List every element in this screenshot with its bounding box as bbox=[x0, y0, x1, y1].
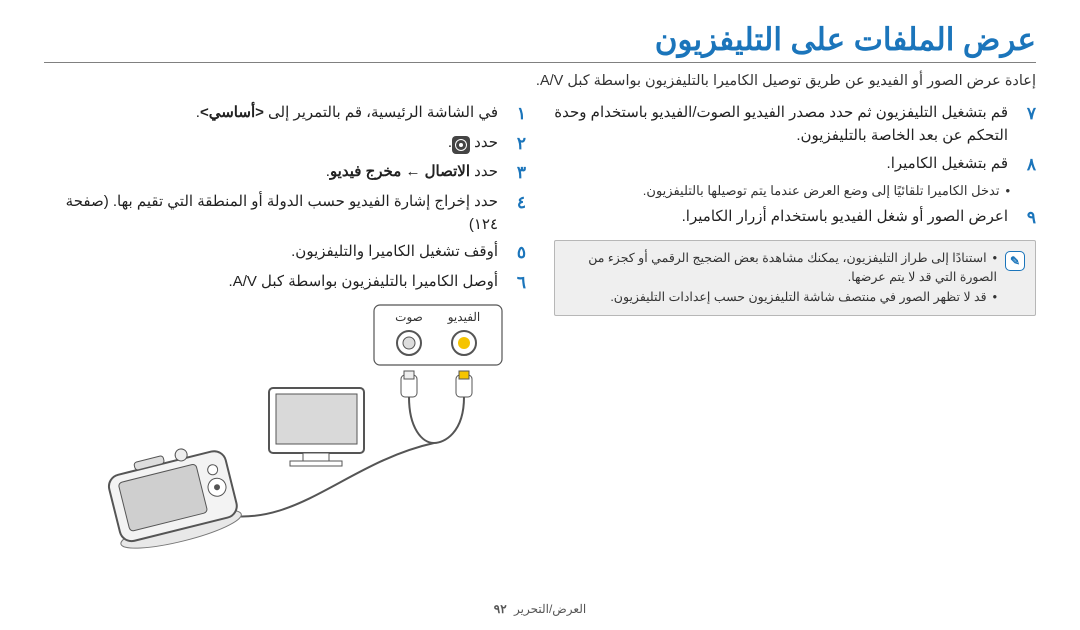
camera-icon bbox=[102, 438, 244, 555]
tv-icon bbox=[269, 388, 364, 466]
video-label: الفيديو bbox=[447, 310, 481, 324]
step-text: حدد إخراج إشارة الفيديو حسب الدولة أو ال… bbox=[44, 190, 498, 237]
title-rule bbox=[44, 62, 1036, 63]
note-item: استنادًا إلى طراز التليفزيون، يمكنك مشاه… bbox=[561, 249, 997, 288]
left-column: ٧ قم بتشغيل التليفزيون ثم حدد مصدر الفيد… bbox=[554, 97, 1036, 588]
step-number: ٨ bbox=[1018, 152, 1036, 178]
diagram-svg: الفيديو صوت bbox=[44, 303, 514, 583]
step-7: ٧ قم بتشغيل التليفزيون ثم حدد مصدر الفيد… bbox=[554, 101, 1036, 148]
step-5: ٥ أوقف تشغيل الكاميرا والتليفزيون. bbox=[44, 240, 526, 266]
step-text: أوصل الكاميرا بالتليفزيون بواسطة كبل A/V… bbox=[44, 270, 498, 293]
step-text: أوقف تشغيل الكاميرا والتليفزيون. bbox=[44, 240, 498, 263]
step-number: ١ bbox=[508, 101, 526, 127]
step-text: قم بتشغيل التليفزيون ثم حدد مصدر الفيديو… bbox=[554, 101, 1008, 148]
step-text: حدد الاتصال ← مخرج فيديو. bbox=[44, 160, 498, 183]
step-number: ٥ bbox=[508, 240, 526, 266]
step-6: ٦ أوصل الكاميرا بالتليفزيون بواسطة كبل A… bbox=[44, 270, 526, 296]
page-footer: العرض/التحرير ٩٢ bbox=[0, 602, 1080, 616]
av-connection-diagram: الفيديو صوت bbox=[44, 303, 526, 588]
step-text: في الشاشة الرئيسية، قم بالتمرير إلى <أسا… bbox=[44, 101, 498, 124]
text-fragment: حدد bbox=[470, 163, 498, 180]
step-text: اعرض الصور أو شغل الفيديو باستخدام أزرار… bbox=[554, 205, 1008, 228]
settings-icon bbox=[452, 136, 470, 154]
step-3: ٣ حدد الاتصال ← مخرج فيديو. bbox=[44, 160, 526, 186]
right-column: ١ في الشاشة الرئيسية، قم بالتمرير إلى <أ… bbox=[44, 97, 526, 588]
step-number: ٧ bbox=[1018, 101, 1036, 127]
audio-label: صوت bbox=[395, 310, 423, 324]
step-9: ٩ اعرض الصور أو شغل الفيديو باستخدام أزر… bbox=[554, 205, 1036, 231]
footer-section: العرض/التحرير bbox=[514, 602, 586, 616]
footer-page-number: ٩٢ bbox=[494, 602, 507, 616]
text-bold: <أساسي> bbox=[200, 104, 264, 121]
step-text: حدد . bbox=[44, 131, 498, 154]
step-8: ٨ قم بتشغيل الكاميرا. bbox=[554, 152, 1036, 178]
manual-page: عرض الملفات على التليفزيون إعادة عرض الص… bbox=[0, 0, 1080, 630]
step-8-note: تدخل الكاميرا تلقائيًا إلى وضع العرض عند… bbox=[554, 181, 1036, 201]
step-number: ٦ bbox=[508, 270, 526, 296]
arrow-text: ← bbox=[401, 163, 424, 180]
step-number: ٤ bbox=[508, 190, 526, 216]
page-title: عرض الملفات على التليفزيون bbox=[44, 22, 1036, 58]
note-box: ✎ استنادًا إلى طراز التليفزيون، يمكنك مش… bbox=[554, 240, 1036, 316]
step-number: ٢ bbox=[508, 131, 526, 157]
step-4: ٤ حدد إخراج إشارة الفيديو حسب الدولة أو … bbox=[44, 190, 526, 237]
step-text: قم بتشغيل الكاميرا. bbox=[554, 152, 1008, 175]
audio-plug-icon bbox=[401, 371, 417, 397]
note-item: قد لا تظهر الصور في منتصف شاشة التليفزيو… bbox=[561, 288, 997, 307]
step-number: ٣ bbox=[508, 160, 526, 186]
note-icon: ✎ bbox=[1005, 251, 1025, 271]
step-2: ٢ حدد . bbox=[44, 131, 526, 157]
intro-text: إعادة عرض الصور أو الفيديو عن طريق توصيل… bbox=[44, 73, 1036, 89]
text-bold: مخرج فيديو bbox=[330, 163, 401, 180]
text-bold: الاتصال bbox=[425, 163, 470, 180]
step-1: ١ في الشاشة الرئيسية، قم بالتمرير إلى <أ… bbox=[44, 101, 526, 127]
step-number: ٩ bbox=[1018, 205, 1036, 231]
note-list: استنادًا إلى طراز التليفزيون، يمكنك مشاه… bbox=[561, 249, 997, 307]
two-columns: ١ في الشاشة الرئيسية، قم بالتمرير إلى <أ… bbox=[44, 97, 1036, 588]
text-fragment: حدد bbox=[470, 134, 498, 151]
text-fragment: في الشاشة الرئيسية، قم بالتمرير إلى bbox=[264, 104, 498, 121]
video-plug-icon bbox=[456, 371, 472, 397]
